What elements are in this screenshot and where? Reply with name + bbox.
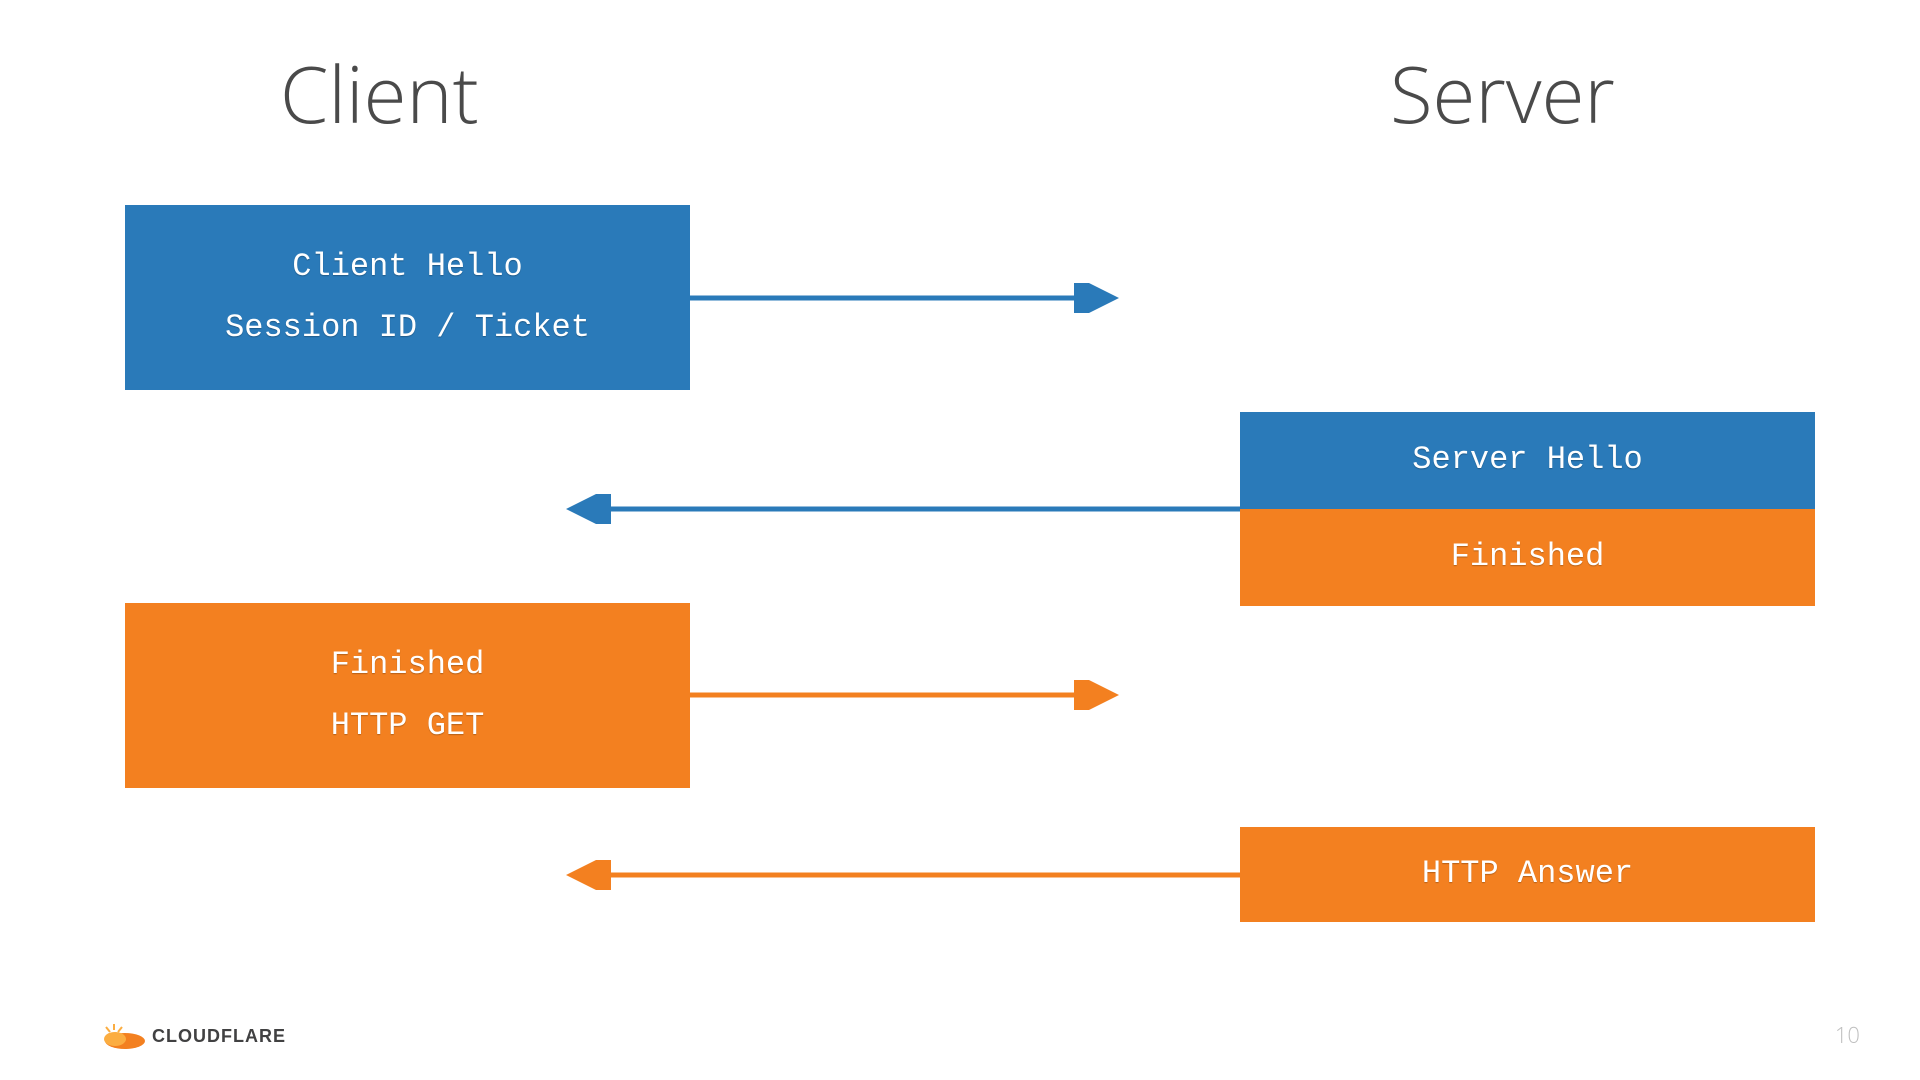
client-finished-box: Finished HTTP GET — [125, 603, 690, 788]
client-hello-line1: Client Hello — [292, 237, 522, 298]
server-hello-text: Server Hello — [1412, 430, 1642, 491]
brand-logo: CLOUDFLARE — [100, 1022, 286, 1050]
http-answer-box: HTTP Answer — [1240, 827, 1815, 922]
arrow-client-finished-right — [690, 680, 1130, 710]
brand-name: CLOUDFLARE — [152, 1026, 286, 1047]
server-hello-box: Server Hello — [1240, 412, 1815, 509]
http-answer-text: HTTP Answer — [1422, 844, 1633, 905]
client-finished-line1: Finished — [331, 635, 485, 696]
cloud-icon — [100, 1022, 146, 1050]
arrow-server-hello-left — [555, 494, 1240, 524]
page-number: 10 — [1835, 1020, 1860, 1050]
server-finished-box: Finished — [1240, 509, 1815, 606]
client-finished-line2: HTTP GET — [331, 696, 485, 757]
arrow-client-hello-right — [690, 283, 1130, 313]
client-hello-box: Client Hello Session ID / Ticket — [125, 205, 690, 390]
client-heading: Client — [280, 40, 479, 146]
client-hello-line2: Session ID / Ticket — [225, 298, 590, 359]
arrow-http-answer-left — [555, 860, 1240, 890]
server-heading: Server — [1390, 40, 1615, 146]
server-finished-text: Finished — [1451, 527, 1605, 588]
